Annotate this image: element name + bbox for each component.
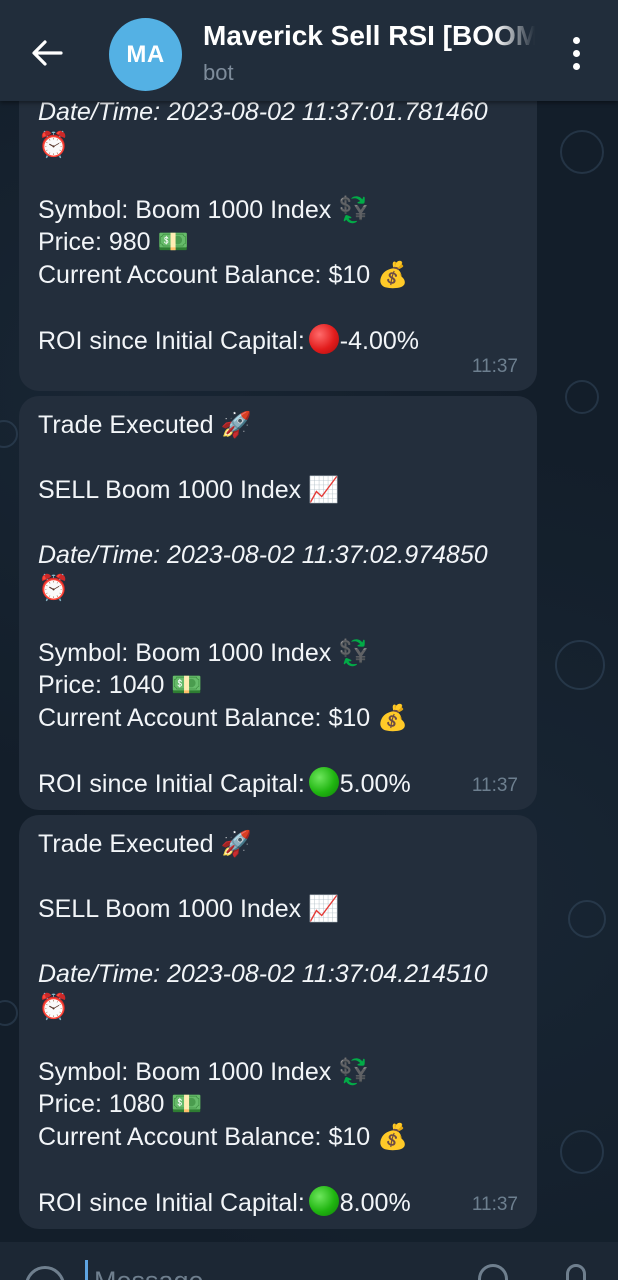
chat-title[interactable]: Maverick Sell RSI [BOOM — [203, 20, 535, 52]
chart-increasing-icon: 📈 — [308, 895, 340, 923]
green-circle-icon — [308, 1185, 339, 1216]
banknote-icon: 💵 — [171, 1090, 203, 1118]
message-trade-status: Trade Executed — [38, 830, 214, 858]
message-symbol: Symbol: Boom 1000 Index — [38, 195, 332, 224]
red-circle-icon — [308, 323, 339, 354]
message-roi-label: ROI since Initial Capital: — [38, 326, 305, 355]
message-datetime: Date/Time: 2023-08-02 11:37:02.974850 — [38, 541, 488, 569]
alarm-clock-icon: ⏰ — [38, 992, 70, 1021]
message-input[interactable] — [85, 1260, 456, 1280]
message-roi-label: ROI since Initial Capital: — [38, 769, 305, 798]
banknote-icon: 💵 — [171, 671, 203, 699]
currency-exchange-icon: 💱 — [338, 638, 370, 667]
money-bag-icon: 💰 — [377, 1122, 409, 1151]
arrow-left-icon — [32, 40, 63, 66]
message-time: 11:37 — [471, 1193, 518, 1215]
message-time: 11:37 — [471, 355, 518, 377]
message-price: Price: 980 — [38, 228, 151, 256]
chat-subtitle: bot — [203, 60, 234, 85]
message-bubble[interactable]: Trade Executed 🚀 SELL Boom 1000 Index 📈 … — [19, 815, 537, 1229]
message-composer — [0, 1242, 618, 1280]
message-roi-label: ROI since Initial Capital: — [38, 1188, 305, 1217]
message-price: Price: 1040 — [38, 671, 165, 699]
more-menu-button[interactable] — [556, 30, 596, 76]
avatar[interactable]: MA — [109, 18, 182, 91]
message-order: SELL Boom 1000 Index — [38, 895, 302, 923]
banknote-icon: 💵 — [157, 228, 189, 256]
message-balance: Current Account Balance: $10 — [38, 703, 371, 732]
message-balance: Current Account Balance: $10 — [38, 1122, 371, 1151]
paperclip-icon[interactable] — [478, 1264, 508, 1280]
microphone-icon[interactable] — [566, 1264, 586, 1280]
avatar-initials: MA — [126, 40, 165, 68]
message-symbol: Symbol: Boom 1000 Index — [38, 638, 332, 667]
message-bubble[interactable]: Date/Time: 2023-08-02 11:37:01.781460 ⏰ … — [19, 60, 537, 391]
message-balance: Current Account Balance: $10 — [38, 260, 371, 289]
currency-exchange-icon: 💱 — [338, 1057, 370, 1086]
message-order: SELL Boom 1000 Index — [38, 476, 302, 504]
chart-increasing-icon: 📈 — [308, 476, 340, 504]
alarm-clock-icon: ⏰ — [38, 573, 70, 602]
back-button[interactable] — [22, 28, 72, 78]
message-symbol: Symbol: Boom 1000 Index — [38, 1057, 332, 1086]
chat-header: MA Maverick Sell RSI [BOOM bot — [0, 0, 618, 101]
money-bag-icon: 💰 — [377, 703, 409, 732]
green-circle-icon — [308, 766, 339, 797]
emoji-icon[interactable] — [25, 1266, 65, 1280]
rocket-icon: 🚀 — [220, 411, 252, 439]
message-price: Price: 1080 — [38, 1090, 165, 1118]
message-datetime: Date/Time: 2023-08-02 11:37:04.214510 — [38, 960, 488, 988]
message-roi-value: 8.00% — [339, 1188, 411, 1217]
money-bag-icon: 💰 — [377, 260, 409, 289]
message-time: 11:37 — [471, 774, 518, 796]
alarm-clock-icon: ⏰ — [38, 130, 70, 159]
currency-exchange-icon: 💱 — [338, 195, 370, 224]
message-roi-value: -4.00% — [339, 326, 419, 355]
message-bubble[interactable]: Trade Executed 🚀 SELL Boom 1000 Index 📈 … — [19, 396, 537, 810]
more-vertical-icon — [572, 36, 580, 70]
message-trade-status: Trade Executed — [38, 411, 214, 439]
rocket-icon: 🚀 — [220, 830, 252, 858]
message-roi-value: 5.00% — [339, 769, 411, 798]
